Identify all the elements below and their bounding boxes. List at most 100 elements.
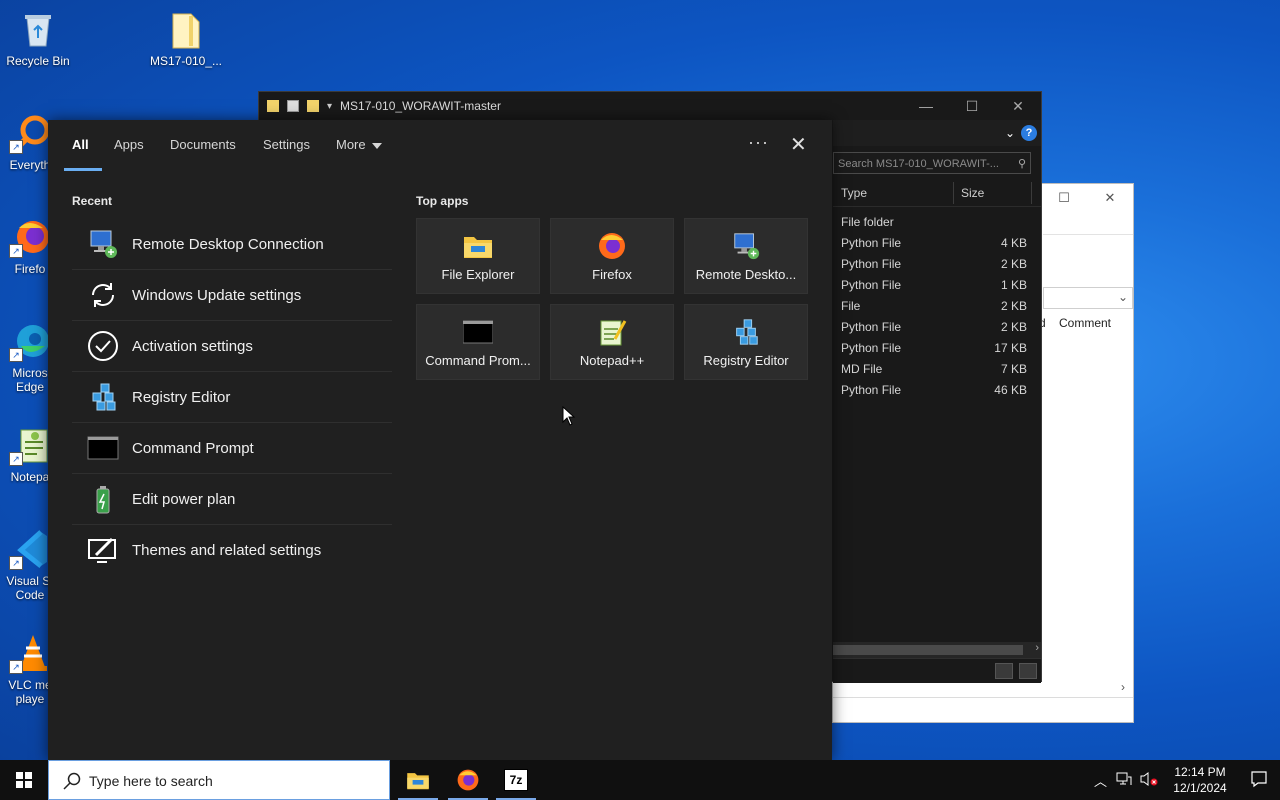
file-type: Python File bbox=[841, 383, 902, 397]
file-size: 4 KB bbox=[1000, 236, 1027, 250]
scroll-right-icon[interactable]: › bbox=[1121, 680, 1125, 694]
windows-logo-icon bbox=[16, 772, 32, 788]
folder-icon bbox=[267, 100, 279, 112]
shortcut-arrow-icon: ↗ bbox=[9, 452, 23, 466]
status-bar bbox=[833, 697, 1133, 722]
table-row[interactable]: File folder bbox=[833, 212, 1041, 233]
horizontal-scrollbar[interactable]: › bbox=[833, 642, 1041, 658]
table-row[interactable]: Python File 46 KB bbox=[833, 380, 1041, 401]
chevron-up-icon[interactable]: ︿ bbox=[1094, 771, 1107, 790]
table-row[interactable]: MD File 7 KB bbox=[833, 359, 1041, 380]
shortcut-arrow-icon: ↗ bbox=[9, 140, 23, 154]
search-input[interactable]: Search MS17-010_WORAWIT-... ⚲ bbox=[833, 152, 1031, 174]
window-title: MS17-010_WORAWIT-master bbox=[340, 99, 501, 113]
desktop-icon-label: Recycle Bin bbox=[6, 54, 70, 68]
recent-item-label: Activation settings bbox=[132, 337, 253, 355]
minimize-button[interactable]: — bbox=[903, 98, 949, 115]
title-bar[interactable]: ▾ MS17-010_WORAWIT-master — ☐ ✕ bbox=[259, 92, 1041, 120]
remote-desktop-icon bbox=[86, 227, 120, 261]
close-icon[interactable]: ✕ bbox=[790, 132, 807, 157]
comment-column-header[interactable]: Comment bbox=[1059, 316, 1111, 330]
expand-ribbon-icon[interactable]: ⌄ bbox=[1005, 126, 1015, 140]
system-clock[interactable]: 12:14 PM 12/1/2024 bbox=[1164, 764, 1236, 796]
vlc-icon: ↗ bbox=[9, 632, 51, 674]
edge-icon: ↗ bbox=[9, 320, 51, 362]
search-icon bbox=[63, 772, 81, 795]
volume-muted-icon[interactable] bbox=[1140, 771, 1158, 790]
taskbar-app-file-explorer[interactable] bbox=[394, 760, 442, 800]
maximize-button[interactable]: ☐ bbox=[949, 98, 995, 115]
folder-icon bbox=[407, 773, 429, 790]
shortcut-arrow-icon: ↗ bbox=[9, 660, 23, 674]
file-size: 1 KB bbox=[1000, 278, 1027, 292]
recent-item-remote-desktop[interactable]: Remote Desktop Connection bbox=[72, 219, 392, 270]
check-circle-icon bbox=[86, 329, 120, 363]
cmd-icon bbox=[463, 317, 493, 347]
tab-apps[interactable]: Apps bbox=[114, 137, 144, 152]
recent-heading: Recent bbox=[72, 194, 113, 208]
table-row[interactable]: File 2 KB bbox=[833, 296, 1041, 317]
table-row[interactable]: Python File 1 KB bbox=[833, 275, 1041, 296]
top-app-file-explorer[interactable]: File Explorer bbox=[416, 218, 540, 294]
dropdown[interactable]: ⌄ bbox=[1043, 287, 1133, 309]
desktop-icon-recycle-bin[interactable]: Recycle Bin bbox=[0, 8, 76, 68]
quick-access-dropdown-icon[interactable]: ▾ bbox=[327, 101, 332, 112]
mouse-cursor-icon bbox=[562, 405, 576, 431]
start-button[interactable] bbox=[0, 760, 48, 800]
close-button[interactable]: ✕ bbox=[1087, 184, 1133, 212]
search-placeholder: Search MS17-010_WORAWIT-... bbox=[838, 158, 999, 170]
folder-icon bbox=[165, 8, 207, 50]
tab-settings[interactable]: Settings bbox=[263, 137, 310, 152]
recent-item-registry-editor[interactable]: Registry Editor bbox=[72, 372, 392, 423]
recent-item-windows-update[interactable]: Windows Update settings bbox=[72, 270, 392, 321]
tile-label: Notepad++ bbox=[579, 353, 645, 368]
network-icon[interactable] bbox=[1116, 771, 1132, 790]
tab-all[interactable]: All bbox=[72, 137, 89, 152]
file-type: File bbox=[841, 299, 861, 313]
top-app-registry-editor[interactable]: Registry Editor bbox=[684, 304, 808, 380]
taskbar-app-7zip[interactable]: 7z bbox=[492, 760, 540, 800]
table-row[interactable]: Python File 17 KB bbox=[833, 338, 1041, 359]
more-options-icon[interactable]: ··· bbox=[748, 132, 769, 153]
top-app-remote-desktop[interactable]: Remote Deskto... bbox=[684, 218, 808, 294]
table-row[interactable]: Python File 2 KB bbox=[833, 317, 1041, 338]
type-column-header[interactable]: Type bbox=[841, 186, 867, 200]
notification-center-icon[interactable] bbox=[1250, 770, 1268, 793]
file-type: Python File bbox=[841, 257, 902, 271]
column-divider[interactable] bbox=[1031, 182, 1032, 204]
scrollbar-thumb[interactable] bbox=[833, 645, 1023, 655]
top-app-notepadpp[interactable]: Notepad++ bbox=[550, 304, 674, 380]
recent-item-activation[interactable]: Activation settings bbox=[72, 321, 392, 372]
recent-item-label: Command Prompt bbox=[132, 439, 254, 457]
search-placeholder: Type here to search bbox=[89, 773, 213, 789]
taskbar-app-firefox[interactable] bbox=[444, 760, 492, 800]
details-view-icon[interactable] bbox=[995, 663, 1013, 679]
table-row[interactable]: Python File 2 KB bbox=[833, 254, 1041, 275]
recent-item-power-plan[interactable]: Edit power plan bbox=[72, 474, 392, 525]
tile-label: Remote Deskto... bbox=[695, 267, 797, 282]
recent-list: Remote Desktop Connection Windows Update… bbox=[72, 219, 392, 575]
large-icons-view-icon[interactable] bbox=[1019, 663, 1037, 679]
taskbar-search-input[interactable]: Type here to search bbox=[48, 760, 390, 800]
new-folder-icon[interactable] bbox=[307, 100, 319, 112]
table-row[interactable]: Python File 4 KB bbox=[833, 233, 1041, 254]
close-button[interactable]: ✕ bbox=[995, 98, 1041, 115]
recent-item-command-prompt[interactable]: Command Prompt bbox=[72, 423, 392, 474]
scroll-right-icon[interactable]: › bbox=[1035, 642, 1039, 654]
folder-icon bbox=[463, 231, 493, 261]
file-size: 2 KB bbox=[1000, 320, 1027, 334]
search-icon: ⚲ bbox=[1017, 158, 1026, 170]
tab-more[interactable]: More bbox=[336, 137, 382, 152]
recent-item-themes[interactable]: Themes and related settings bbox=[72, 525, 392, 575]
recent-item-label: Windows Update settings bbox=[132, 286, 302, 304]
help-icon[interactable]: ? bbox=[1021, 125, 1037, 141]
properties-icon[interactable] bbox=[287, 100, 299, 112]
top-app-firefox[interactable]: Firefox bbox=[550, 218, 674, 294]
column-divider[interactable] bbox=[953, 182, 954, 204]
desktop-icon-label: MS17-010_... bbox=[149, 54, 223, 68]
desktop-icon-ms17-folder[interactable]: MS17-010_... bbox=[148, 8, 224, 68]
size-column-header[interactable]: Size bbox=[961, 186, 984, 200]
maximize-button[interactable]: ☐ bbox=[1041, 184, 1087, 212]
top-app-command-prompt[interactable]: Command Prom... bbox=[416, 304, 540, 380]
tab-documents[interactable]: Documents bbox=[170, 137, 236, 152]
